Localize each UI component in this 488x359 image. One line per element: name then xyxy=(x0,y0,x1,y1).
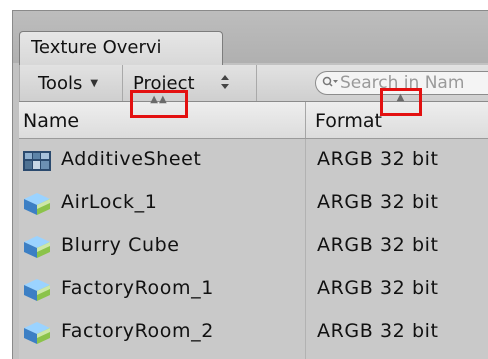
column-divider[interactable] xyxy=(305,102,306,138)
tab-title: Texture Overvi xyxy=(31,37,162,58)
cubemap-icon xyxy=(23,278,51,302)
texture-name: FactoryRoom_2 xyxy=(61,320,214,342)
texture-name: AdditiveSheet xyxy=(61,148,202,170)
tab-strip: Texture Overvi xyxy=(13,11,488,65)
list-item[interactable]: FactoryRoom_2 ARGB 32 bit xyxy=(19,311,488,354)
cubemap-icon xyxy=(23,321,51,345)
name-sort-indicator-highlight[interactable]: ▲▲ xyxy=(130,90,188,118)
texture-format: ARGB 32 bit xyxy=(317,320,439,342)
tools-dropdown[interactable]: Tools ▼ xyxy=(19,65,123,101)
sort-ascending-icon: ▲ xyxy=(396,92,406,103)
texture-list: AdditiveSheet ARGB 32 bit AirLock_1 ARGB 32… xyxy=(19,139,488,359)
list-item[interactable]: AdditiveSheet ARGB 32 bit xyxy=(19,139,488,182)
format-sort-indicator-highlight[interactable]: ▲ xyxy=(380,88,422,116)
texture-thumbnail-icon xyxy=(23,149,51,173)
column-header-format[interactable]: Format xyxy=(315,110,382,132)
tab-texture-overview[interactable]: Texture Overvi xyxy=(19,31,223,65)
texture-format: ARGB 32 bit xyxy=(317,148,439,170)
texture-format: ARGB 32 bit xyxy=(317,191,439,213)
screenshot-frame: Texture Overvi Tools ▼ Project Search in… xyxy=(0,0,488,359)
texture-name: Blurry Cube xyxy=(61,234,180,256)
list-item[interactable]: Blurry Cube ARGB 32 bit xyxy=(19,225,488,268)
cubemap-icon xyxy=(23,192,51,216)
tools-label: Tools xyxy=(38,72,83,94)
texture-name: FactoryRoom_1 xyxy=(61,277,214,299)
dropdown-arrow-icon: ▼ xyxy=(90,77,99,89)
sort-ascending-icon: ▲▲ xyxy=(150,94,168,105)
texture-overview-window: Texture Overvi Tools ▼ Project Search in… xyxy=(12,10,488,359)
search-icon[interactable] xyxy=(322,76,340,91)
column-header-name[interactable]: Name xyxy=(23,110,79,132)
texture-format: ARGB 32 bit xyxy=(317,234,439,256)
list-item[interactable]: AirLock_1 ARGB 32 bit xyxy=(19,182,488,225)
texture-name: AirLock_1 xyxy=(61,191,158,213)
texture-format: ARGB 32 bit xyxy=(317,277,439,299)
cubemap-icon xyxy=(23,235,51,259)
up-down-arrows-icon xyxy=(220,74,229,92)
list-item[interactable]: FactoryRoom_1 ARGB 32 bit xyxy=(19,268,488,311)
